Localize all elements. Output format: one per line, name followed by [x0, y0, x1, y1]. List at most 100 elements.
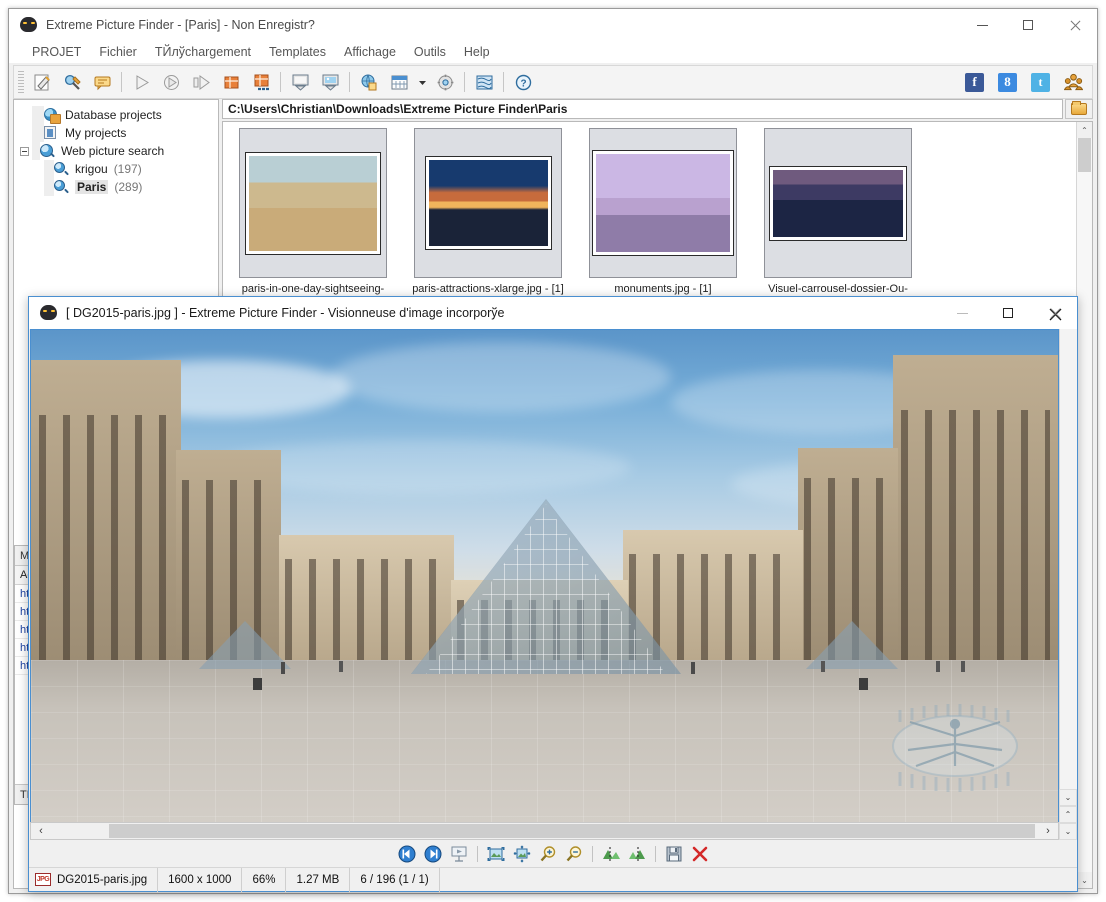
delete-all-icon[interactable] [246, 68, 276, 96]
scroll-track[interactable] [1077, 138, 1092, 872]
scroll-thumb[interactable] [1078, 138, 1091, 172]
magnify-small-icon [54, 161, 70, 177]
thumbnail-image [245, 151, 381, 255]
toolbar-grip[interactable] [18, 71, 24, 93]
pause-icon[interactable] [156, 68, 186, 96]
slideshow-icon[interactable] [446, 843, 472, 865]
close-button[interactable] [1031, 297, 1077, 329]
minimize-button[interactable] [959, 9, 1005, 41]
panther-icon [40, 304, 57, 322]
toolbar-separator [591, 846, 593, 862]
viewer-toolbar [29, 841, 1077, 867]
tree-item-web-picture-search[interactable]: Web picture search [14, 142, 218, 160]
actual-size-icon[interactable] [509, 843, 535, 865]
status-zoom-level: 66% [242, 867, 287, 892]
browser-icon[interactable] [354, 68, 384, 96]
scroll-thumb[interactable] [109, 824, 1035, 838]
thumbnail-caption: monuments.jpg - [1] [614, 283, 712, 295]
jpg-file-icon: JPG [35, 873, 51, 886]
menu-projet[interactable]: PROJET [23, 43, 90, 61]
menu-bar: PROJET Fichier TЙлўchargement Templates … [9, 41, 1097, 63]
minimize-button[interactable] [939, 297, 985, 329]
collapse-expander-icon[interactable] [20, 146, 29, 156]
current-path[interactable]: C:\Users\Christian\Downloads\Extreme Pic… [222, 99, 1063, 119]
main-window-controls [959, 9, 1097, 41]
start-icon[interactable] [126, 68, 156, 96]
thumbnail-frame [589, 128, 737, 278]
tree-item-database-projects[interactable]: Database projects [14, 106, 218, 124]
zoom-out-icon[interactable] [561, 843, 587, 865]
close-button[interactable] [1051, 9, 1097, 41]
calendar-icon[interactable] [384, 68, 414, 96]
tree-line [32, 142, 40, 160]
toolbar-separator [121, 72, 122, 92]
social-buttons: f 8 t [958, 66, 1090, 98]
open-folder-icon[interactable] [1065, 99, 1093, 119]
filters-icon[interactable] [469, 68, 499, 96]
tree-item-krigou[interactable]: krigou (197) [14, 160, 218, 178]
save-icon[interactable] [661, 843, 687, 865]
globe-folder-icon [44, 107, 60, 123]
menu-telechargement[interactable]: TЙлўchargement [146, 43, 260, 61]
close-image-icon[interactable] [687, 843, 713, 865]
download-picture-icon[interactable] [315, 68, 345, 96]
new-project-icon[interactable] [27, 68, 57, 96]
thumbnail-image [424, 156, 552, 250]
scroll-down-arrow-icon[interactable]: ⌄ [1059, 789, 1077, 806]
status-filename-text: DG2015-paris.jpg [57, 873, 148, 886]
flip-horizontal-icon[interactable] [598, 843, 624, 865]
tree-item-paris[interactable]: Paris (289) [14, 178, 218, 196]
thumbnail-frame [239, 128, 387, 278]
google-plus-icon[interactable]: 8 [998, 72, 1017, 92]
comment-icon[interactable] [87, 68, 117, 96]
viewer-horizontal-scrollbar[interactable]: ‹ › [30, 822, 1059, 840]
thumbnail-caption: paris-attractions-xlarge.jpg - [1] [412, 283, 564, 295]
search-settings-icon[interactable] [57, 68, 87, 96]
thumbnail-image [769, 165, 907, 241]
status-filename: JPG DG2015-paris.jpg [29, 867, 159, 892]
page-down-button[interactable]: ⌄ [1059, 823, 1077, 840]
flip-vertical-icon[interactable] [624, 843, 650, 865]
tree-item-my-projects[interactable]: My projects [14, 124, 218, 142]
scroll-track[interactable] [51, 823, 1038, 839]
download-icon[interactable] [285, 68, 315, 96]
scroll-down-arrow-icon[interactable]: ⌄ [1077, 872, 1092, 888]
maximize-button[interactable] [985, 297, 1031, 329]
menu-affichage[interactable]: Affichage [335, 43, 405, 61]
viewer-vertical-scrollbar[interactable]: ⌄ ⌃ ⌄ [1059, 329, 1077, 840]
main-titlebar: Extreme Picture Finder - [Paris] - Non E… [9, 9, 1097, 41]
zoom-in-icon[interactable] [535, 843, 561, 865]
tree-item-label: Database projects [65, 108, 162, 122]
options-icon[interactable] [430, 68, 460, 96]
page-up-button[interactable]: ⌃ [1059, 806, 1077, 823]
group-icon[interactable] [1064, 73, 1083, 92]
first-image-icon[interactable] [394, 843, 420, 865]
magnify-small-icon [54, 179, 70, 195]
next-image-icon[interactable] [420, 843, 446, 865]
scroll-left-arrow-icon[interactable]: ‹ [31, 823, 51, 839]
thumbnails-vertical-scrollbar[interactable]: ⌃ ⌄ [1076, 122, 1092, 888]
panther-icon [20, 16, 37, 34]
tree-line [44, 178, 54, 196]
dropdown-arrow-icon[interactable] [414, 68, 430, 96]
tree-item-label: krigou [75, 162, 108, 176]
tree-item-label: Paris [75, 180, 109, 194]
toolbar-separator [464, 72, 465, 92]
scroll-track[interactable] [1059, 329, 1077, 789]
viewer-image-canvas[interactable] [30, 329, 1059, 822]
scroll-up-arrow-icon[interactable]: ⌃ [1077, 122, 1092, 138]
twitter-icon[interactable]: t [1031, 72, 1050, 92]
stop-icon[interactable] [186, 68, 216, 96]
scroll-right-arrow-icon[interactable]: › [1038, 823, 1058, 839]
menu-help[interactable]: Help [455, 43, 499, 61]
menu-outils[interactable]: Outils [405, 43, 455, 61]
menu-templates[interactable]: Templates [260, 43, 335, 61]
help-icon[interactable]: ? [508, 68, 538, 96]
fit-to-window-icon[interactable] [483, 843, 509, 865]
maximize-button[interactable] [1005, 9, 1051, 41]
viewer-canvas-wrap: ‹ › [30, 329, 1059, 840]
facebook-icon[interactable]: f [965, 72, 984, 92]
svg-text:?: ? [520, 78, 526, 89]
delete-icon[interactable] [216, 68, 246, 96]
menu-fichier[interactable]: Fichier [90, 43, 146, 61]
